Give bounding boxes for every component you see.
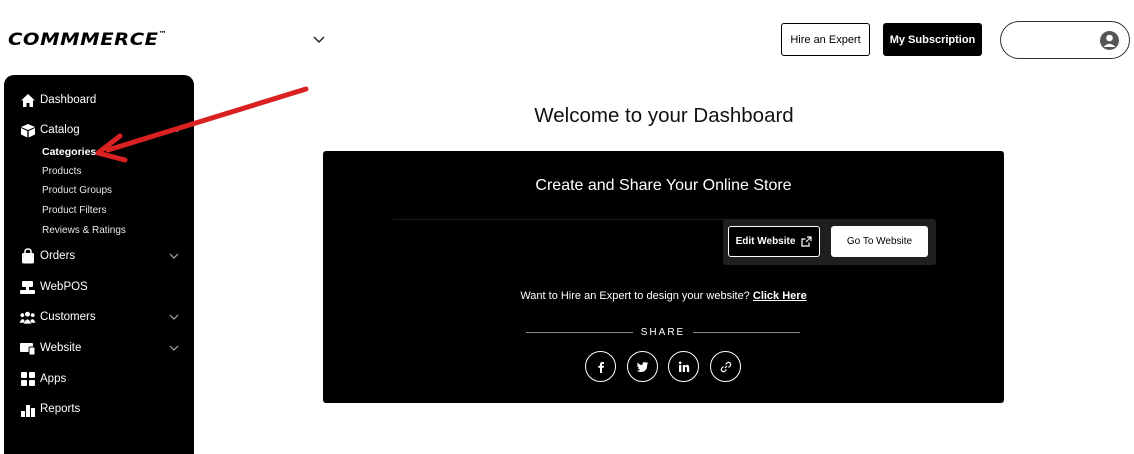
brand-logo[interactable]: COMMMERCE™ [8,30,167,50]
hire-expert-text: Want to Hire an Expert to design your we… [520,290,750,302]
home-icon [19,92,36,108]
my-subscription-button[interactable]: My Subscription [883,23,982,56]
sidebar-item-label: Apps [40,373,67,385]
hire-expert-button[interactable]: Hire an Expert [781,23,870,56]
sidebar: Dashboard Catalog Categories Products Pr… [4,75,194,454]
go-to-website-label: Go To Website [846,236,913,247]
avatar-icon [1100,31,1119,50]
sidebar-item-catalog[interactable]: Catalog [4,118,194,142]
sidebar-item-label: WebPOS [40,281,88,293]
reports-icon [19,401,36,417]
click-here-link[interactable]: Click Here [753,290,807,302]
hire-expert-label: Hire an Expert [790,33,861,46]
sidebar-item-website[interactable]: Website [4,336,194,360]
apps-icon [19,371,36,387]
sidebar-item-label: Reports [40,403,81,415]
sidebar-item-orders[interactable]: Orders [4,244,194,268]
sidebar-item-customers[interactable]: Customers [4,305,194,329]
share-divider: SHARE [526,326,800,340]
sidebar-subitem-categories[interactable]: Categories [42,146,96,158]
external-edit-icon [801,236,813,247]
sidebar-item-dashboard[interactable]: Dashboard [4,88,194,112]
sidebar-item-label: Dashboard [40,94,97,106]
sidebar-item-label: Website [40,342,82,354]
sidebar-item-label: Catalog [40,124,80,136]
dashboard-page: COMMMERCE™ Hire an Expert My Subscriptio… [0,0,1134,454]
twitter-icon[interactable] [627,351,658,382]
sidebar-item-label: Orders [40,250,76,262]
pos-icon [19,279,36,295]
edit-website-button[interactable]: Edit Website [728,226,820,257]
box-icon [19,122,36,138]
facebook-icon[interactable] [585,351,616,382]
store-card-title: Create and Share Your Online Store [535,177,792,194]
share-line-right [693,332,800,333]
account-menu[interactable] [1000,21,1130,59]
chevron-up-icon [169,127,179,133]
logo-trademark: ™ [158,30,168,38]
linkedin-icon[interactable] [668,351,699,382]
page-title: Welcome to your Dashboard [534,104,794,127]
sidebar-item-label: Customers [40,311,96,323]
chevron-down-icon [169,314,179,320]
sidebar-subitem-product-groups[interactable]: Product Groups [42,185,112,196]
store-selector-chevron-icon[interactable] [311,31,327,47]
chevron-down-icon [169,345,179,351]
my-subscription-label: My Subscription [889,33,976,46]
edit-website-label: Edit Website [735,236,796,247]
customers-icon [19,309,36,325]
link-icon[interactable] [710,351,741,382]
sidebar-item-reports[interactable]: Reports [4,397,194,421]
sidebar-subitem-product-filters[interactable]: Product Filters [42,205,106,216]
go-to-website-button[interactable]: Go To Website [831,226,928,257]
website-icon [19,340,36,356]
top-header: COMMMERCE™ Hire an Expert My Subscriptio… [0,0,1134,70]
sidebar-item-webpos[interactable]: WebPOS [4,275,194,299]
sidebar-item-apps[interactable]: Apps [4,367,194,391]
online-store-card: Create and Share Your Online Store Edit … [323,151,1004,403]
chevron-down-icon [169,253,179,259]
sidebar-subitem-products[interactable]: Products [42,166,81,177]
logo-text: COMMMERCE [8,30,159,50]
sidebar-subitem-reviews-ratings[interactable]: Reviews & Ratings [42,225,126,236]
bag-icon [19,248,36,264]
hire-expert-prompt: Want to Hire an Expert to design your we… [323,290,1004,302]
